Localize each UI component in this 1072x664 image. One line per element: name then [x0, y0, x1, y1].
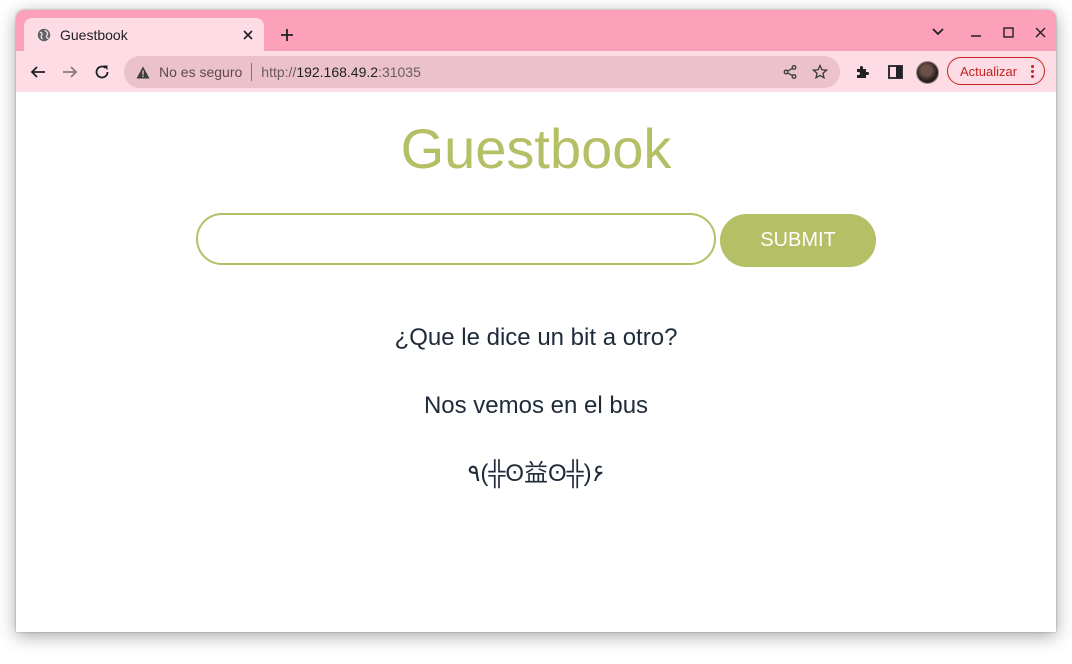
guestbook-entry: ¿Que le dice un bit a otro? — [394, 324, 678, 351]
update-button[interactable]: Actualizar — [947, 57, 1045, 85]
browser-toolbar: No es seguro http://192.168.49.2:31035 A… — [16, 51, 1056, 93]
update-label: Actualizar — [960, 63, 1018, 79]
tab-guestbook[interactable]: Guestbook — [24, 18, 264, 51]
minimize-icon[interactable] — [966, 22, 986, 42]
address-divider — [251, 63, 253, 81]
url-scheme: http:// — [261, 64, 297, 80]
profile-avatar[interactable] — [916, 61, 939, 84]
guestbook-entry: ٩(╬ʘ益ʘ╬)۶ — [467, 460, 605, 487]
reload-icon[interactable] — [88, 58, 116, 86]
security-label[interactable]: No es seguro — [159, 64, 242, 80]
guestbook-entry: Nos vemos en el bus — [423, 392, 649, 419]
tab-search-chevron-icon[interactable] — [928, 22, 948, 42]
url-host: 192.168.49.2 — [296, 64, 379, 80]
address-bar[interactable]: No es seguro http://192.168.49.2:31035 — [124, 56, 840, 88]
extensions-puzzle-icon[interactable] — [849, 58, 877, 86]
new-tab-icon[interactable] — [276, 24, 298, 46]
page-content: Guestbook SUBMIT ¿Que le dice un bit a o… — [16, 92, 1056, 632]
submit-button[interactable]: SUBMIT — [720, 214, 876, 267]
guestbook-message-input[interactable] — [196, 213, 716, 265]
tab-title: Guestbook — [60, 26, 128, 43]
close-tab-icon[interactable] — [238, 25, 258, 45]
warning-icon[interactable] — [135, 64, 151, 80]
close-window-icon[interactable] — [1030, 22, 1050, 42]
globe-icon — [37, 28, 51, 42]
url-port: :31035 — [378, 64, 421, 80]
page-title: Guestbook — [400, 117, 672, 180]
bookmark-star-icon[interactable] — [808, 60, 832, 84]
tab-strip: Guestbook — [16, 10, 1056, 51]
side-panel-icon[interactable] — [881, 58, 909, 86]
more-menu-icon[interactable] — [1024, 64, 1040, 78]
maximize-icon[interactable] — [998, 22, 1018, 42]
browser-window: Guestbook No es seguro http://192.168.49… — [16, 10, 1056, 632]
url-text[interactable]: http://192.168.49.2:31035 — [261, 64, 778, 80]
guestbook-entries: ¿Que le dice un bit a otro? Nos vemos en… — [16, 322, 1056, 526]
forward-arrow-icon[interactable] — [56, 58, 84, 86]
share-icon[interactable] — [778, 60, 802, 84]
back-arrow-icon[interactable] — [24, 58, 52, 86]
